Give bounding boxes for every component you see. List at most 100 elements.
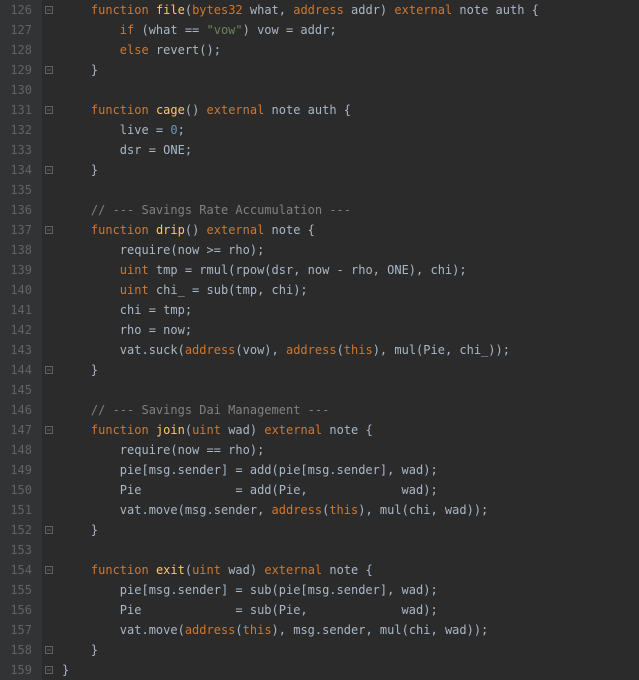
code-token: (vow), [235, 343, 286, 357]
code-line[interactable]: vat.suck(address(vow), address(this), mu… [62, 340, 639, 360]
fold-spacer [42, 320, 56, 340]
fold-toggle-icon[interactable] [42, 360, 56, 380]
code-token: 0 [170, 123, 177, 137]
code-line[interactable] [62, 80, 639, 100]
code-line[interactable]: vat.move(msg.sender, address(this), mul(… [62, 500, 639, 520]
code-token: join [156, 423, 185, 437]
code-line[interactable]: Pie = add(Pie, wad); [62, 480, 639, 500]
fold-spacer [42, 40, 56, 60]
code-token: address [272, 503, 323, 517]
code-token: drip [156, 223, 185, 237]
code-line[interactable]: rho = now; [62, 320, 639, 340]
code-line[interactable]: else revert(); [62, 40, 639, 60]
code-token [62, 3, 91, 17]
fold-toggle-icon[interactable] [42, 0, 56, 20]
code-line[interactable]: } [62, 640, 639, 660]
line-number: 136 [0, 200, 32, 220]
fold-toggle-icon[interactable] [42, 100, 56, 120]
code-token: uint [120, 283, 149, 297]
code-token: function [91, 423, 149, 437]
code-token: } [62, 63, 98, 77]
code-area[interactable]: function file(bytes32 what, address addr… [56, 0, 639, 680]
code-line[interactable]: require(now == rho); [62, 440, 639, 460]
line-number: 130 [0, 80, 32, 100]
fold-spacer [42, 620, 56, 640]
code-line[interactable]: function exit(uint wad) external note { [62, 560, 639, 580]
code-line[interactable] [62, 380, 639, 400]
fold-toggle-icon[interactable] [42, 640, 56, 660]
code-token: address [185, 623, 236, 637]
code-token: dsr = ONE; [62, 143, 192, 157]
code-line[interactable]: } [62, 60, 639, 80]
code-token: ( [235, 623, 242, 637]
fold-spacer [42, 140, 56, 160]
code-line[interactable]: function drip() external note { [62, 220, 639, 240]
line-number: 141 [0, 300, 32, 320]
code-line[interactable]: } [62, 160, 639, 180]
code-line[interactable]: // --- Savings Dai Management --- [62, 400, 639, 420]
code-line[interactable]: if (what == "vow") vow = addr; [62, 20, 639, 40]
fold-toggle-icon[interactable] [42, 160, 56, 180]
code-token: () [185, 103, 207, 117]
fold-spacer [42, 500, 56, 520]
fold-spacer [42, 80, 56, 100]
code-token: tmp = rmul(rpow(dsr, now - rho, ONE), ch… [149, 263, 467, 277]
code-line[interactable]: live = 0; [62, 120, 639, 140]
code-token: file [156, 3, 185, 17]
line-number: 135 [0, 180, 32, 200]
line-number: 150 [0, 480, 32, 500]
line-number: 148 [0, 440, 32, 460]
code-token: chi = tmp; [62, 303, 192, 317]
line-number: 144 [0, 360, 32, 380]
code-line[interactable]: Pie = sub(Pie, wad); [62, 600, 639, 620]
fold-toggle-icon[interactable] [42, 560, 56, 580]
fold-spacer [42, 460, 56, 480]
line-number: 137 [0, 220, 32, 240]
code-token: revert(); [149, 43, 221, 57]
code-line[interactable]: } [62, 360, 639, 380]
line-number: 139 [0, 260, 32, 280]
code-line[interactable]: function join(uint wad) external note { [62, 420, 639, 440]
code-token: Pie = add(Pie, wad); [62, 483, 438, 497]
code-token: external [264, 563, 322, 577]
code-token: function [91, 3, 149, 17]
code-token: } [62, 363, 98, 377]
code-line[interactable]: require(now >= rho); [62, 240, 639, 260]
fold-toggle-icon[interactable] [42, 420, 56, 440]
fold-spacer [42, 580, 56, 600]
line-number: 133 [0, 140, 32, 160]
code-token: address [286, 343, 337, 357]
code-line[interactable]: dsr = ONE; [62, 140, 639, 160]
fold-toggle-icon[interactable] [42, 660, 56, 680]
code-line[interactable]: // --- Savings Rate Accumulation --- [62, 200, 639, 220]
code-token: ), mul(Pie, chi_)); [373, 343, 510, 357]
code-line[interactable]: chi = tmp; [62, 300, 639, 320]
code-token: ; [178, 123, 185, 137]
fold-toggle-icon[interactable] [42, 60, 56, 80]
code-line[interactable] [62, 540, 639, 560]
code-token: ) vow = addr; [243, 23, 337, 37]
code-line[interactable]: pie[msg.sender] = sub(pie[msg.sender], w… [62, 580, 639, 600]
line-number: 158 [0, 640, 32, 660]
fold-toggle-icon[interactable] [42, 520, 56, 540]
line-number: 134 [0, 160, 32, 180]
fold-toggle-icon[interactable] [42, 220, 56, 240]
code-line[interactable] [62, 180, 639, 200]
code-line[interactable]: uint chi_ = sub(tmp, chi); [62, 280, 639, 300]
code-line[interactable]: function cage() external note auth { [62, 100, 639, 120]
fold-spacer [42, 400, 56, 420]
code-line[interactable]: function file(bytes32 what, address addr… [62, 0, 639, 20]
code-token: ( [185, 423, 192, 437]
code-line[interactable]: pie[msg.sender] = add(pie[msg.sender], w… [62, 460, 639, 480]
line-number: 140 [0, 280, 32, 300]
line-number: 132 [0, 120, 32, 140]
code-editor[interactable]: 1261271281291301311321331341351361371381… [0, 0, 639, 680]
code-line[interactable]: } [62, 660, 639, 680]
code-token: } [62, 523, 98, 537]
code-line[interactable]: uint tmp = rmul(rpow(dsr, now - rho, ONE… [62, 260, 639, 280]
code-line[interactable]: vat.move(address(this), msg.sender, mul(… [62, 620, 639, 640]
code-token [62, 223, 91, 237]
code-token [62, 283, 120, 297]
line-number: 143 [0, 340, 32, 360]
code-line[interactable]: } [62, 520, 639, 540]
